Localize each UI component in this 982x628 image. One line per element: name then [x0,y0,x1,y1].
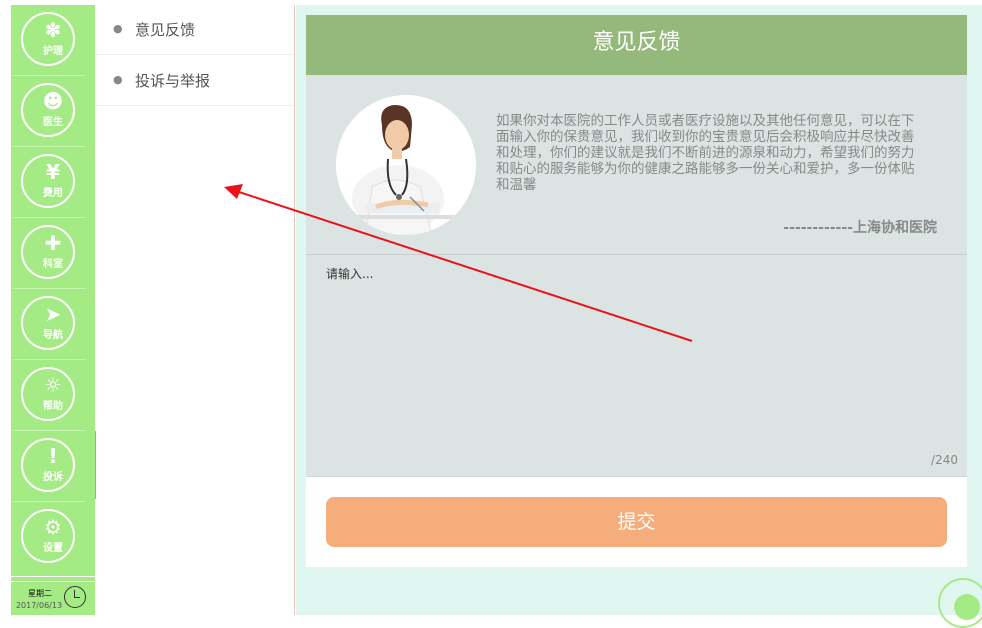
rail-item-label: 费用 [43,188,63,199]
rail-item-complaint[interactable]: ! 投诉 [11,431,95,502]
bullet-icon: ● [113,73,123,86]
rail-item-nursing[interactable]: ✽ 护理 [11,5,95,76]
divider [11,576,95,582]
feedback-input[interactable] [306,255,967,476]
rail-item-help[interactable]: ☼ 帮助 [11,360,95,431]
rail-item-label: 帮助 [43,401,63,412]
rail-item-label: 设置 [43,543,63,554]
feedback-card: 意见反馈 如果你对本医院的工作人员或者医疗设施以及其他任何意见，可以在下面输入你… [306,15,967,567]
rail-item-label: 导航 [43,330,63,341]
rail-item-settings[interactable]: ⚙ 设置 [11,502,95,573]
submenu-item-complaint-report[interactable]: ● 投诉与举报 [96,56,294,106]
rail-item-doctor[interactable]: ☻ 医生 [11,76,95,147]
rail-item-navigation[interactable]: ➤ 导航 [11,289,95,360]
intro-text: 如果你对本医院的工作人员或者医疗设施以及其他任何意见，可以在下面输入你的保贵意见… [496,113,915,193]
feedback-intro: 如果你对本医院的工作人员或者医疗设施以及其他任何意见，可以在下面输入你的保贵意见… [306,75,967,255]
clock-icon [64,586,86,608]
rail-item-department[interactable]: ✚ 科室 [11,218,95,289]
submenu-panel: ● 意见反馈 ● 投诉与举报 [96,5,295,615]
doctor-illustration [336,95,476,235]
main-content: 意见反馈 如果你对本医院的工作人员或者医疗设施以及其他任何意见，可以在下面输入你… [296,5,982,615]
submenu-item-feedback[interactable]: ● 意见反馈 [96,5,294,55]
submenu-item-label: 投诉与举报 [135,72,211,90]
submenu-item-label: 意见反馈 [135,21,196,39]
submit-button[interactable]: 提交 [326,497,947,547]
page-title: 意见反馈 [306,15,967,75]
corner-decoration [938,578,982,628]
rail-item-label: 投诉 [43,472,63,483]
rail-item-label: 护理 [43,46,63,57]
bullet-icon: ● [113,22,123,35]
left-nav-rail: ✽ 护理 ☻ 医生 ¥ 费用 ✚ 科室 ➤ 导航 ☼ 帮助 ! 投诉 ⚙ 设置 [11,5,95,615]
hospital-signature: ------------上海协和医院 [783,220,937,236]
date-label: 2017/06/13 [15,601,63,610]
rail-item-label: 科室 [43,259,63,270]
doctor-avatar [336,95,476,235]
weekday-label: 星期二 [28,589,52,598]
divider [306,476,967,477]
rail-item-label: 医生 [43,117,63,128]
rail-item-fee[interactable]: ¥ 费用 [11,147,95,218]
char-counter: /240 [931,453,958,467]
